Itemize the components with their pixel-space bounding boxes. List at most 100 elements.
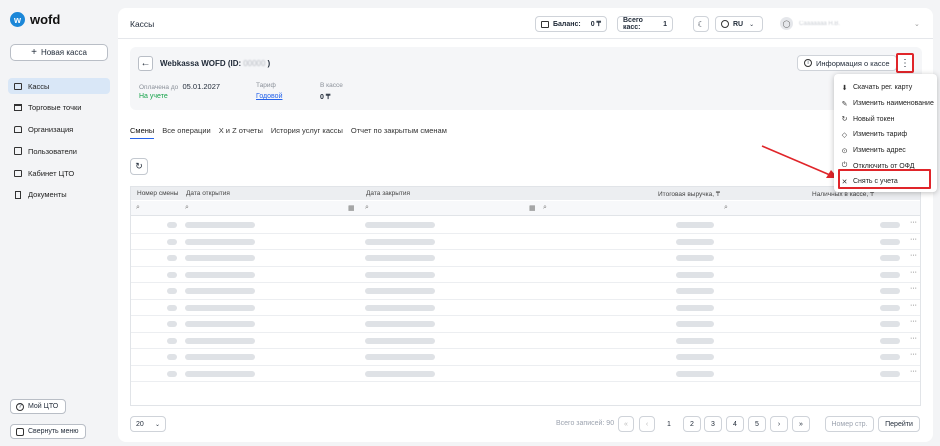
back-button[interactable]: ← [138, 56, 153, 71]
menu-item-new-token[interactable]: ↻ Новый токен [834, 111, 937, 127]
my-cto-button[interactable]: ? Мой ЦТО [10, 399, 66, 414]
row-actions-icon[interactable]: ··· [910, 368, 917, 375]
go-button[interactable]: Перейти [878, 416, 920, 432]
search-icon[interactable]: ⌕ [136, 204, 140, 212]
row-actions-icon[interactable]: ··· [910, 318, 917, 325]
calendar-icon[interactable]: ▦ [529, 204, 536, 212]
search-icon[interactable]: ⌕ [543, 204, 547, 212]
page-4-button[interactable]: 4 [726, 416, 744, 432]
first-page-button[interactable]: « [618, 416, 634, 432]
redacted-cell [676, 271, 714, 278]
column-total-revenue[interactable]: Итоговая выручка, ₸ [658, 190, 720, 198]
row-actions-icon[interactable]: ··· [910, 335, 917, 342]
redacted-cell [676, 370, 714, 377]
sidebar-item-stores[interactable]: Торговые точки [8, 100, 110, 116]
menu-item-rename[interactable]: ✎ Изменить наименование [834, 96, 937, 112]
row-actions-icon[interactable]: ··· [910, 236, 917, 243]
tab-all-operations[interactable]: Все операции [162, 126, 210, 139]
table-row[interactable]: ··· [131, 333, 920, 349]
table-row[interactable]: ··· [131, 283, 920, 300]
redacted-cell [880, 222, 900, 228]
sidebar-item-organization[interactable]: Организация [8, 122, 110, 138]
redacted-cell [676, 337, 714, 344]
theme-toggle-button[interactable]: ☾ [693, 16, 709, 32]
tab-closed-shifts-report[interactable]: Отчет по закрытым сменам [351, 126, 447, 139]
redacted-cell [676, 222, 714, 228]
tariff-link[interactable]: Годовой [256, 93, 282, 100]
download-icon: ⬇ [841, 84, 848, 92]
new-register-button[interactable]: + Новая касса [10, 44, 108, 61]
row-actions-icon[interactable]: ··· [910, 285, 917, 292]
redacted-cell [185, 354, 255, 360]
row-actions-icon[interactable]: ··· [910, 252, 917, 259]
row-actions-icon[interactable]: ··· [910, 269, 917, 276]
search-icon[interactable]: ⌕ [185, 204, 189, 212]
table-row[interactable]: ··· [131, 267, 920, 283]
page-2-button[interactable]: 2 [683, 416, 701, 432]
row-actions-icon[interactable]: ··· [910, 302, 917, 309]
column-open-date[interactable]: Дата открытия [186, 190, 230, 197]
refresh-button[interactable]: ↻ [130, 158, 148, 175]
menu-item-label: Изменить наименование [853, 100, 934, 108]
sidebar-item-label: Организация [28, 125, 74, 135]
tab-xz-reports[interactable]: X и Z отчеты [219, 126, 263, 139]
column-close-date[interactable]: Дата закрытия [366, 190, 410, 197]
logo[interactable]: w wofd [10, 12, 60, 27]
tab-services-history[interactable]: История услуг кассы [271, 126, 343, 139]
tariff-label: Тариф [256, 82, 276, 89]
menu-item-download-card[interactable]: ⬇ Скачать рег. карту [834, 80, 937, 96]
page-number-input[interactable]: Номер стр. [825, 416, 874, 432]
register-id: 00000 [243, 59, 266, 68]
table-row[interactable]: ··· [131, 300, 920, 316]
tab-shifts[interactable]: Смены [130, 126, 155, 139]
next-page-button[interactable]: › [770, 416, 788, 432]
page-3-button[interactable]: 3 [704, 416, 722, 432]
calendar-icon[interactable]: ▦ [348, 204, 355, 212]
table-row[interactable]: ··· [131, 217, 920, 234]
last-page-button[interactable]: » [792, 416, 810, 432]
double-chevron-left-icon: « [624, 420, 628, 428]
table-row[interactable]: ··· [131, 349, 920, 366]
total-registers-label: Всего касс: [623, 17, 643, 31]
redacted-cell [365, 337, 435, 344]
users-icon [14, 147, 22, 156]
highlight-box [838, 169, 931, 189]
row-actions-icon[interactable]: ··· [910, 351, 917, 358]
redacted-cell [167, 337, 177, 344]
briefcase-icon [14, 169, 22, 177]
search-icon[interactable]: ⌕ [365, 204, 369, 212]
table-row[interactable]: ··· [131, 366, 920, 382]
logo-mark-icon: w [10, 12, 25, 27]
page-1-button[interactable]: 1 [660, 416, 678, 432]
redacted-cell [167, 321, 177, 327]
sidebar-item-cto-cabinet[interactable]: Кабинет ЦТО [8, 165, 110, 181]
menu-item-change-tariff[interactable]: ◇ Изменить тариф [834, 127, 937, 143]
row-actions-icon[interactable]: ··· [910, 219, 917, 226]
search-icon[interactable]: ⌕ [724, 204, 728, 212]
page-size-value: 20 [136, 420, 144, 428]
table-row[interactable]: ··· [131, 234, 920, 250]
balance-box[interactable]: Баланс: 0 ₸ [535, 16, 607, 32]
sidebar: w wofd + Новая касса Кассы Торговые точк… [0, 0, 118, 446]
redacted-cell [880, 354, 900, 360]
collapse-menu-button[interactable]: Свернуть меню [10, 424, 86, 439]
table-row[interactable]: ··· [131, 316, 920, 333]
sidebar-item-documents[interactable]: Документы [8, 187, 110, 203]
paid-until-date: 05.01.2027 [182, 82, 221, 91]
page-5-button[interactable]: 5 [748, 416, 766, 432]
paid-until: Оплачена до 05.01.2027 [139, 82, 220, 91]
user-menu[interactable]: ◯ Сааааааа Н.В. ⌄ [780, 17, 920, 30]
more-actions-button[interactable]: ⋮ [896, 53, 914, 73]
chevron-left-icon: ‹ [645, 420, 649, 428]
chevron-right-icon: › [777, 420, 781, 428]
register-info-button[interactable]: i Информация о кассе [797, 55, 897, 71]
sidebar-item-users[interactable]: Пользователи [8, 143, 110, 159]
page-size-select[interactable]: 20 ⌄ [130, 416, 166, 432]
redacted-cell [676, 288, 714, 294]
column-shift-number[interactable]: Номер смены [137, 190, 178, 197]
language-select[interactable]: RU ⌄ [715, 16, 763, 32]
menu-item-change-address[interactable]: ⊙ Изменить адрес [834, 143, 937, 159]
table-row[interactable]: ··· [131, 250, 920, 267]
prev-page-button[interactable]: ‹ [639, 416, 655, 432]
sidebar-item-registers[interactable]: Кассы [8, 78, 110, 94]
